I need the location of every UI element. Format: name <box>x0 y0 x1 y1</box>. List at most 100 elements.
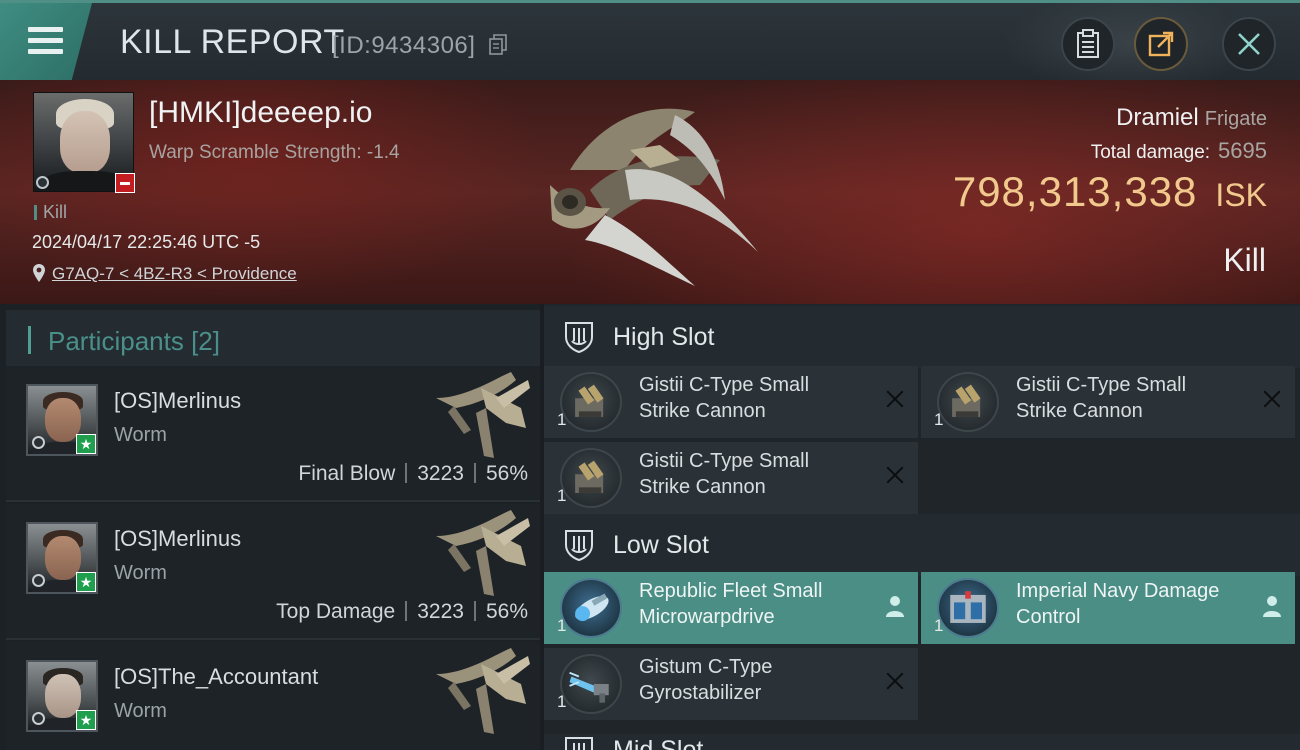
module-name: Gistii C-Type Small Strike Cannon <box>639 374 810 422</box>
participants-header: Participants [2] <box>6 310 540 368</box>
module-quantity: 1 <box>934 616 944 635</box>
module-quantity: 1 <box>557 692 567 711</box>
ship-name: Dramiel <box>1116 104 1199 131</box>
victim-name[interactable]: [HMKI]deeeep.io <box>149 96 372 130</box>
module-name: Imperial Navy Damage Control <box>1016 580 1220 628</box>
module-item[interactable]: 1 Gistii C-Type Small Strike Cannon <box>544 366 918 438</box>
total-damage-label: Total damage: <box>1090 142 1211 163</box>
pilot-icon <box>1263 596 1281 617</box>
high-slot-header: High Slot <box>544 306 1300 368</box>
destroyed-x-icon <box>884 670 906 694</box>
module-name: Gistii C-Type Small Strike Cannon <box>639 450 810 498</box>
module-item[interactable]: 1 Gistii C-Type Small Strike Cannon <box>544 442 918 514</box>
participant-percent: 56% <box>485 462 528 485</box>
module-name: Gistum C-Type Gyrostabilizer <box>639 656 773 704</box>
module-name: Gistii C-Type Small Strike Cannon <box>1016 374 1187 422</box>
gyrostabilizer-icon <box>560 654 622 714</box>
isk-value: 798,313,338 <box>952 168 1198 215</box>
location-pin-icon <box>33 264 45 282</box>
isk-unit: ISK <box>1215 177 1267 213</box>
damage-control-icon <box>937 578 999 638</box>
mid-slot-icon <box>565 737 593 750</box>
kill-timestamp: 2024/04/17 22:25:46 UTC -5 <box>32 232 261 252</box>
module-name: Republic Fleet Small Microwarpdrive <box>639 580 823 628</box>
page-title: KILL REPORT <box>120 23 345 61</box>
participant-role: Top Damage <box>276 600 396 623</box>
worm-ship-icon <box>436 648 530 734</box>
low-slot-label: Low Slot <box>613 531 709 559</box>
location-link[interactable]: G7AQ-7 < 4BZ-R3 < Providence <box>32 263 297 284</box>
destroyed-x-icon <box>884 464 906 488</box>
share-button[interactable] <box>1134 17 1188 71</box>
corp-icon <box>32 574 45 587</box>
module-quantity: 1 <box>557 616 567 635</box>
participants-panel: Participants [2] ★ [OS]Merlinus Worm Fin… <box>0 304 540 750</box>
module-item[interactable]: 1 Imperial Navy Damage Control <box>921 572 1295 644</box>
kill-tag: Kill <box>34 202 67 223</box>
microwarpdrive-icon <box>560 578 622 638</box>
close-button[interactable] <box>1222 17 1276 71</box>
low-slot-header: Low Slot <box>544 514 1300 576</box>
module-quantity: 1 <box>934 410 944 429</box>
star-icon: ★ <box>76 710 96 730</box>
participant-ship: Worm <box>114 700 167 722</box>
module-item[interactable]: 1 Republic Fleet Small Microwarpdrive <box>544 572 918 644</box>
corp-icon <box>32 712 45 725</box>
participant-stats: Top Damage 3223 56% <box>276 600 528 624</box>
isk-loss: 798,313,338 ISK <box>953 168 1267 216</box>
participant-name: [OS]Merlinus <box>114 388 242 413</box>
ship-info[interactable]: Dramiel Frigate <box>1116 104 1267 132</box>
strike-cannon-icon <box>937 372 999 432</box>
participants-title: Participants [2] <box>48 326 220 356</box>
star-icon: ★ <box>76 572 96 592</box>
module-item[interactable]: 1 Gistum C-Type Gyrostabilizer <box>544 648 918 720</box>
participant-ship: Worm <box>114 562 167 584</box>
destroyed-x-icon <box>1261 388 1283 412</box>
ship-class: Frigate <box>1204 108 1267 130</box>
close-icon <box>1238 33 1260 55</box>
share-icon <box>1148 31 1174 57</box>
result-label: Kill <box>1223 242 1266 278</box>
participant-row[interactable]: ★ [OS]Merlinus Worm Top Damage 3223 56% <box>6 504 540 640</box>
high-slot-icon <box>565 322 593 353</box>
location-text[interactable]: G7AQ-7 < 4BZ-R3 < Providence <box>52 264 297 283</box>
copy-icon[interactable] <box>489 34 507 56</box>
corp-icon <box>36 176 49 189</box>
dramiel-ship-icon <box>550 108 758 286</box>
participant-damage: 3223 <box>417 600 464 623</box>
strike-cannon-icon <box>560 448 622 508</box>
low-slot-icon <box>565 530 593 561</box>
warp-scramble-strength: Warp Scramble Strength: -1.4 <box>149 142 400 163</box>
pilot-icon <box>886 596 904 617</box>
corp-icon <box>32 436 45 449</box>
report-id: [ID:9434306] <box>332 32 476 59</box>
clipboard-button[interactable] <box>1061 17 1115 71</box>
destroyed-x-icon <box>884 388 906 412</box>
worm-ship-icon <box>436 372 530 458</box>
module-quantity: 1 <box>557 410 567 429</box>
module-item[interactable]: 1 Gistii C-Type Small Strike Cannon <box>921 366 1295 438</box>
high-slot-label: High Slot <box>613 323 715 351</box>
negative-standing-icon <box>115 173 135 193</box>
total-damage: Total damage: 5695 <box>1091 138 1267 164</box>
participant-damage: 3223 <box>417 462 464 485</box>
participant-row[interactable]: ★ [OS]Merlinus Worm Final Blow 3223 56% <box>6 366 540 502</box>
mid-slot-header: Mid Slot <box>544 734 1300 750</box>
mid-slot-label: Mid Slot <box>613 736 704 750</box>
participant-name: [OS]Merlinus <box>114 526 242 551</box>
top-bar: KILL REPORT [ID:9434306] <box>0 0 1300 93</box>
participant-ship: Worm <box>114 424 167 446</box>
module-quantity: 1 <box>557 486 567 505</box>
participant-stats: Final Blow 3223 56% <box>298 462 528 486</box>
worm-ship-icon <box>436 510 530 596</box>
menu-icon[interactable] <box>0 3 92 80</box>
star-icon: ★ <box>76 434 96 454</box>
participant-percent: 56% <box>485 600 528 623</box>
participant-row[interactable]: ★ [OS]The_Accountant Worm <box>6 642 540 750</box>
participant-role: Final Blow <box>298 462 396 485</box>
fitting-panel: High Slot 1 Gistii C-Type Small Strike C… <box>544 304 1300 750</box>
strike-cannon-icon <box>560 372 622 432</box>
clipboard-icon <box>1077 29 1099 58</box>
total-damage-value: 5695 <box>1218 138 1267 163</box>
participant-name: [OS]The_Accountant <box>114 664 319 689</box>
